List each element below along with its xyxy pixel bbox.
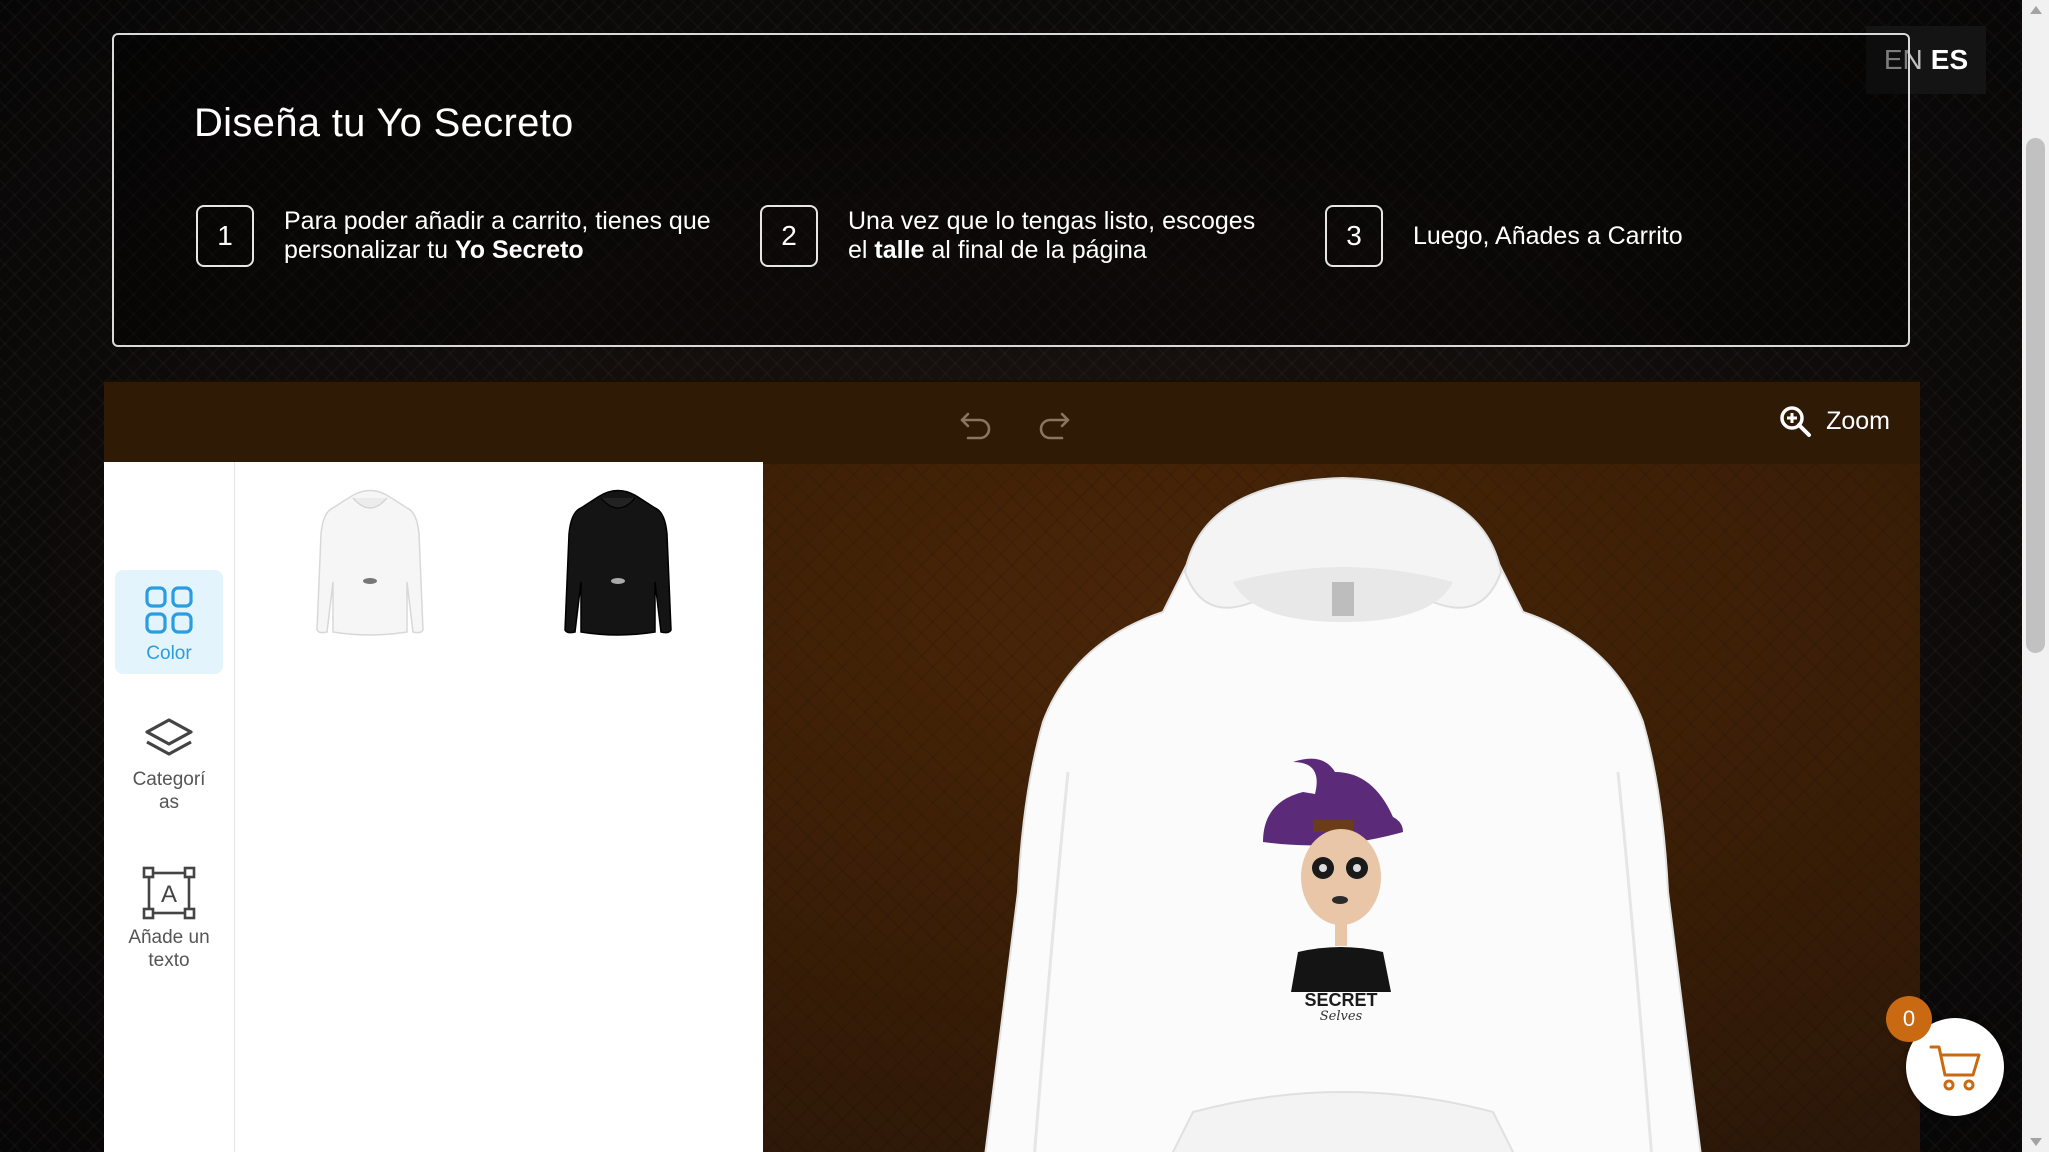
redo-icon[interactable]	[1032, 402, 1076, 446]
lang-es[interactable]: ES	[1931, 44, 1968, 76]
product-preview: SECRET Selves	[763, 462, 1920, 1152]
step-number: 3	[1325, 205, 1383, 267]
tools-sidebar: Color Categorías A Añade un texto	[104, 462, 235, 1152]
scroll-up-arrow[interactable]	[2030, 6, 2042, 14]
step-2: 2 Una vez que lo tengas listo, escoges e…	[760, 205, 1278, 267]
design-brand-text: SECRET	[1304, 990, 1377, 1010]
product-color-panel	[235, 462, 763, 1152]
sidebar-item-add-text[interactable]: A Añade un texto	[115, 866, 223, 972]
sidebar-item-color[interactable]: Color	[115, 570, 223, 674]
grid-icon	[145, 586, 193, 634]
layers-icon	[145, 718, 193, 756]
sidebar-item-label: Color	[146, 643, 192, 664]
product-editor: Zoom Color Categorías A Añade un texto S…	[104, 380, 1920, 1152]
zoom-in-icon	[1780, 406, 1812, 437]
page-scrollbar[interactable]	[2022, 0, 2049, 1152]
svg-text:A: A	[161, 881, 177, 908]
scroll-thumb[interactable]	[2026, 138, 2045, 653]
step-text: Para poder añadir a carrito, tienes que …	[284, 207, 711, 264]
cart-icon	[1929, 1045, 1981, 1091]
page-title: Diseña tu Yo Secreto	[194, 101, 574, 145]
hoodie-preview[interactable]: SECRET Selves	[963, 472, 1723, 1152]
scroll-down-arrow[interactable]	[2030, 1138, 2042, 1146]
step-text: Luego, Añades a Carrito	[1413, 221, 1683, 250]
step-number: 2	[760, 205, 818, 267]
step-3: 3 Luego, Añades a Carrito	[1325, 205, 1683, 267]
sidebar-item-label: Categorías	[132, 769, 206, 813]
zoom-label: Zoom	[1826, 406, 1890, 435]
black-hoodie-thumbnail[interactable]	[543, 482, 693, 642]
step-number: 1	[196, 205, 254, 267]
sidebar-item-categories[interactable]: Categorías	[115, 716, 223, 814]
design-brand-script: Selves	[1320, 1009, 1363, 1024]
text-box-icon: A	[142, 866, 196, 920]
sidebar-item-label: Añade un texto	[128, 927, 210, 971]
step-text: Una vez que lo tengas listo, escoges el …	[848, 207, 1256, 264]
cart-count-badge: 0	[1886, 996, 1932, 1042]
zoom-button[interactable]: Zoom	[1778, 404, 1890, 438]
undo-icon[interactable]	[954, 402, 998, 446]
step-1: 1 Para poder añadir a carrito, tienes qu…	[196, 205, 714, 267]
editor-toolbar: Zoom	[104, 380, 1920, 464]
instructions-box: Diseña tu Yo Secreto 1 Para poder añadir…	[112, 33, 1910, 347]
white-hoodie-thumbnail[interactable]	[295, 482, 445, 642]
